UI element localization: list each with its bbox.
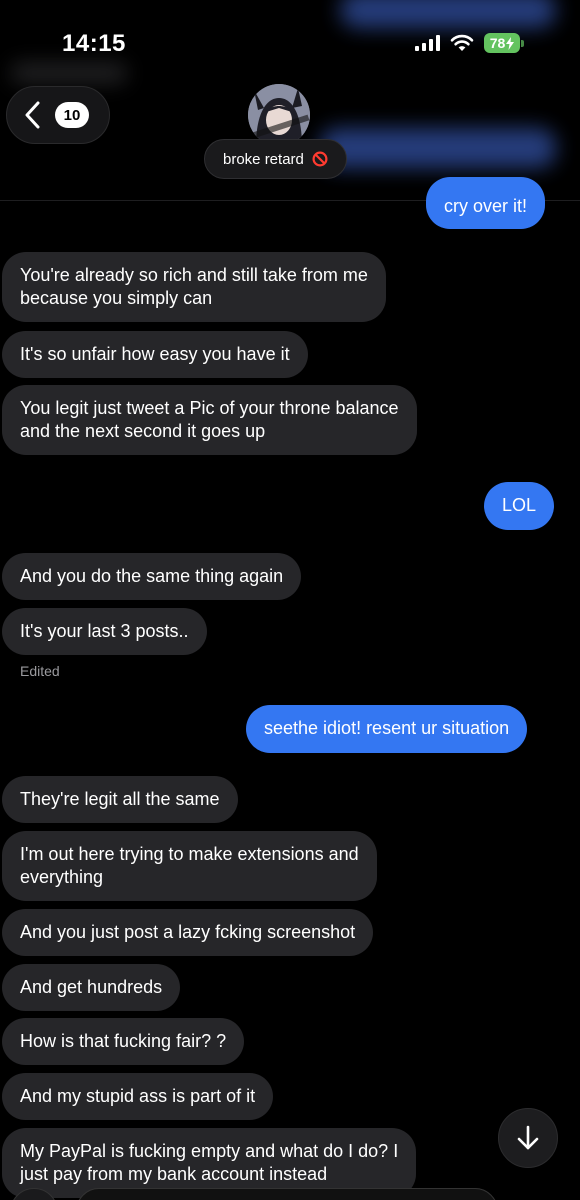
back-button[interactable]: 10: [6, 86, 110, 144]
contact-name-button[interactable]: broke retard: [204, 139, 347, 179]
avatar-image: [248, 84, 310, 146]
message-text-line: and the next second it goes up: [20, 421, 266, 441]
message-text: It's so unfair how easy you have it: [20, 344, 290, 364]
blurred-message: [340, 0, 556, 28]
charging-bolt-icon: [506, 36, 515, 50]
message-text: LOL: [502, 495, 537, 515]
message-text-line: just pay from my bank account instead: [20, 1164, 328, 1184]
message-incoming[interactable]: It's so unfair how easy you have it: [2, 331, 308, 378]
message-outgoing[interactable]: cry over it!: [426, 177, 546, 229]
chevron-left-icon: [25, 101, 40, 129]
message-text: cry over it!: [444, 196, 528, 216]
message-text: It's your last 3 posts..: [20, 621, 189, 641]
battery-icon: 78: [484, 33, 524, 53]
message-text: And you just post a lazy fcking screensh…: [20, 922, 356, 942]
chat-screen: 14:15 78 10 broke retard cry over it! Yo…: [0, 0, 580, 1200]
arrow-down-icon: [517, 1125, 539, 1150]
message-text-line: You're already so rich and still take fr…: [20, 265, 368, 285]
contact-name: broke retard: [223, 150, 304, 168]
message-text-line: everything: [20, 867, 104, 887]
contact-avatar[interactable]: [248, 84, 310, 146]
scroll-to-bottom-button[interactable]: [498, 1108, 558, 1168]
blurred-message: [320, 128, 556, 168]
message-outgoing[interactable]: LOL: [484, 482, 555, 530]
blurred-text: [10, 62, 128, 84]
message-input[interactable]: [76, 1188, 498, 1200]
message-text-line: You legit just tweet a Pic of your thron…: [20, 398, 399, 418]
message-text-line: My PayPal is fucking empty and what do I…: [20, 1141, 399, 1161]
message-text: And you do the same thing again: [20, 566, 284, 586]
message-incoming[interactable]: It's your last 3 posts..: [2, 608, 207, 655]
battery-level: 78: [489, 35, 506, 51]
message-text-line: because you simply can: [20, 288, 213, 308]
status-icons: 78: [415, 33, 524, 53]
signal-icon: [415, 35, 440, 51]
message-text: And my stupid ass is part of it: [20, 1086, 256, 1106]
message-incoming[interactable]: You legit just tweet a Pic of your thron…: [2, 385, 417, 455]
message-incoming[interactable]: You're already so rich and still take fr…: [2, 252, 386, 322]
message-text: They're legit all the same: [20, 789, 220, 809]
status-time: 14:15: [62, 30, 126, 57]
edited-label: Edited: [20, 663, 60, 679]
message-incoming[interactable]: I'm out here trying to make extensions a…: [2, 831, 377, 901]
unread-count-badge: 10: [55, 102, 89, 128]
prohibited-icon: [312, 151, 328, 167]
message-text: And get hundreds: [20, 977, 163, 997]
message-text: How is that fucking fair? ?: [20, 1031, 227, 1051]
message-outgoing[interactable]: seethe idiot! resent ur situation: [246, 705, 528, 753]
wifi-icon: [450, 34, 474, 51]
message-incoming[interactable]: And get hundreds: [2, 964, 181, 1011]
message-text: seethe idiot! resent ur situation: [264, 718, 510, 738]
message-incoming[interactable]: How is that fucking fair? ?: [2, 1018, 245, 1065]
message-incoming[interactable]: And you just post a lazy fcking screensh…: [2, 909, 374, 956]
message-incoming[interactable]: And my stupid ass is part of it: [2, 1073, 274, 1120]
message-text-line: I'm out here trying to make extensions a…: [20, 844, 359, 864]
message-incoming[interactable]: And you do the same thing again: [2, 553, 302, 600]
message-incoming[interactable]: They're legit all the same: [2, 776, 238, 823]
